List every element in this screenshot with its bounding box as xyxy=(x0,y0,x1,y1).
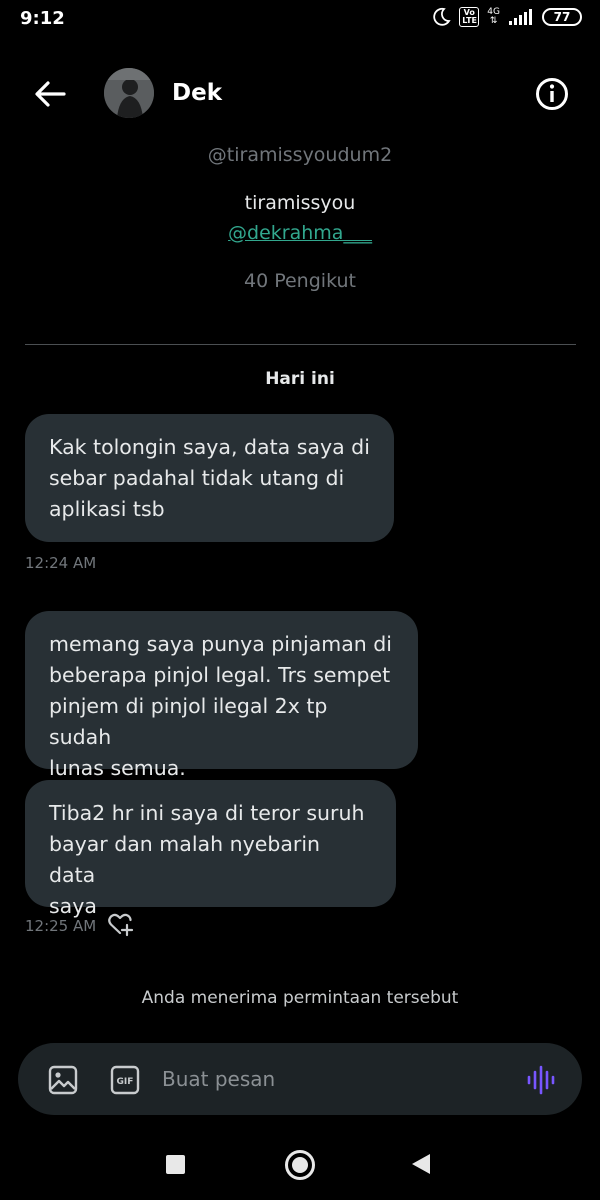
arrow-left-icon xyxy=(35,81,66,107)
message-bubble[interactable]: memang saya punya pinjaman di beberapa p… xyxy=(25,611,418,780)
signal-icon xyxy=(509,9,532,25)
gif-button[interactable]: GIF xyxy=(110,1065,140,1095)
add-reaction-icon[interactable] xyxy=(106,910,134,938)
volte-icon: Vo LTE xyxy=(459,7,480,27)
status-time: 9:12 xyxy=(20,8,65,29)
voice-wave-icon xyxy=(527,1065,555,1095)
message-bubble[interactable]: Tiba2 hr ini saya di teror suruh bayar d… xyxy=(25,780,396,918)
message-text: memang saya punya pinjaman di beberapa p… xyxy=(49,632,393,780)
divider xyxy=(25,344,576,345)
profile-bio: tiramissyou xyxy=(244,192,356,214)
system-back-button[interactable] xyxy=(412,1154,430,1174)
mention-link[interactable]: @dekrahma___ xyxy=(228,222,372,244)
avatar-image xyxy=(104,68,154,118)
profile-followers: 40 Pengikut xyxy=(244,270,356,292)
data-arrows-icon: ⇅ xyxy=(489,16,498,26)
message-composer: GIF xyxy=(18,1043,582,1115)
avatar[interactable] xyxy=(104,68,154,118)
back-button[interactable] xyxy=(28,74,72,114)
home-button[interactable] xyxy=(285,1150,315,1180)
accepted-request-note: Anda menerima permintaan tersebut xyxy=(141,988,459,1008)
status-icons: Vo LTE 4G ⇅ 77 xyxy=(431,7,582,27)
profile-mention: @dekrahma___ xyxy=(0,222,600,244)
recent-apps-button[interactable] xyxy=(166,1155,185,1174)
image-button[interactable] xyxy=(48,1065,78,1095)
conversation-header: Dek xyxy=(0,60,600,130)
message-text: Tiba2 hr ini saya di teror suruh bayar d… xyxy=(49,801,365,918)
message-time: 12:25 AM xyxy=(25,917,97,935)
image-icon xyxy=(48,1065,78,1095)
message-input[interactable] xyxy=(162,1059,502,1099)
voice-message-button[interactable] xyxy=(526,1065,556,1095)
profile-handle: @tiramissyoudum2 xyxy=(207,144,393,166)
header-name[interactable]: Dek xyxy=(172,80,222,106)
moon-icon xyxy=(433,7,451,26)
system-nav-bar xyxy=(0,1125,600,1200)
message-text: Kak tolongin saya, data saya di sebar pa… xyxy=(49,435,370,521)
battery-icon: 77 xyxy=(542,8,582,26)
date-label: Hari ini xyxy=(265,369,335,389)
info-button[interactable] xyxy=(534,76,570,112)
gif-icon: GIF xyxy=(110,1065,140,1095)
gif-label: GIF xyxy=(117,1077,134,1087)
info-icon xyxy=(536,78,568,110)
message-bubble[interactable]: Kak tolongin saya, data saya di sebar pa… xyxy=(25,414,394,542)
network-icon: 4G ⇅ xyxy=(487,8,500,26)
message-time: 12:24 AM xyxy=(25,554,97,572)
status-bar: 9:12 Vo LTE 4G ⇅ 77 xyxy=(0,0,600,40)
